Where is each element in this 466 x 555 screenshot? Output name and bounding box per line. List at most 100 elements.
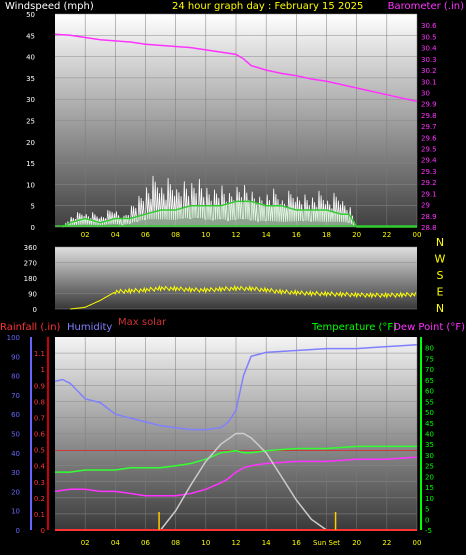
temperature-tick-label: 5 — [425, 506, 429, 514]
wind-tick-label: 40 — [26, 54, 35, 62]
temperature-tick-label: 40 — [425, 431, 434, 439]
barometer-tick-label: 29.6 — [421, 134, 437, 142]
temperature-tick-label: 0 — [425, 516, 429, 524]
barometer-tick-label: 29.9 — [421, 101, 437, 109]
humidity-axis-title: Humidity — [67, 322, 112, 333]
rainfall-tick-label: 1.1 — [34, 350, 45, 358]
wind-x-tick-label: 16 — [292, 231, 301, 239]
temp-x-tick-label: 06 — [141, 539, 150, 547]
compass-label: S — [437, 269, 444, 282]
rainfall-tick-label: 0.4 — [34, 463, 46, 471]
temperature-tick-label: 60 — [425, 388, 434, 396]
rainfall-tick-label: 1 — [41, 366, 45, 374]
wind-x-tick-label: 02 — [81, 231, 90, 239]
barometer-tick-label: 30.6 — [421, 22, 437, 30]
barometer-tick-label: 30 — [421, 89, 430, 97]
wind-x-tick-label: 22 — [382, 231, 391, 239]
barometer-tick-label: 28.8 — [421, 224, 437, 232]
wind-x-tick-label: 18 — [322, 231, 331, 239]
humidity-tick-label: 40 — [11, 450, 20, 458]
rainfall-tick-label: 0.9 — [34, 382, 45, 390]
temperature-tick-label: 20 — [425, 473, 434, 481]
temperature-tick-label: 10 — [425, 495, 434, 503]
temp-x-tick-label: 20 — [352, 539, 361, 547]
temperature-tick-label: 30 — [425, 452, 434, 460]
wind-tick-label: 0 — [31, 224, 35, 232]
rainfall-tick-label: 0.6 — [34, 431, 46, 439]
temp-x-tick-label: 00 — [413, 539, 422, 547]
max-solar-label: Max solar — [118, 317, 167, 328]
temp-x-tick-label: 16 — [292, 539, 301, 547]
rainfall-axis-title: Rainfall (.in) — [0, 322, 61, 333]
temperature-tick-label: 80 — [425, 345, 434, 353]
barometer-tick-label: 29.4 — [421, 157, 437, 165]
wind-tick-label: 10 — [26, 181, 35, 189]
humidity-tick-label: 0 — [16, 527, 20, 535]
humidity-tick-label: 100 — [7, 334, 20, 342]
temp-x-tick-label: 08 — [171, 539, 180, 547]
compass-label: E — [437, 286, 444, 299]
wind-tick-label: 5 — [31, 203, 35, 211]
wind-tick-label: 50 — [26, 11, 35, 19]
barometer-tick-label: 30.2 — [421, 67, 437, 75]
humidity-tick-label: 60 — [11, 411, 20, 419]
humidity-tick-label: 50 — [11, 431, 20, 439]
temperature-tick-label: 50 — [425, 409, 434, 417]
barometer-tick-label: 29 — [421, 202, 430, 210]
humidity-tick-label: 30 — [11, 469, 20, 477]
humidity-tick-label: 70 — [11, 392, 20, 400]
rainfall-tick-label: 0.7 — [34, 414, 45, 422]
humidity-tick-label: 20 — [11, 488, 20, 496]
direction-tick-label: 270 — [24, 260, 37, 268]
barometer-tick-label: 29.1 — [421, 190, 437, 198]
wind-x-tick-label: 06 — [141, 231, 150, 239]
humidity-tick-label: 80 — [11, 373, 20, 381]
rainfall-tick-label: 0 — [41, 527, 45, 535]
barometer-axis-title: Barometer (.in) — [388, 1, 464, 12]
barometer-tick-label: 30.4 — [421, 45, 437, 53]
rainfall-tick-label: 0.2 — [34, 495, 45, 503]
compass-label: N — [436, 302, 444, 315]
direction-tick-label: 180 — [24, 275, 37, 283]
barometer-tick-label: 30.3 — [421, 56, 437, 64]
temperature-tick-label: 75 — [425, 355, 434, 363]
windspeed-axis-title: Windspeed (mph) — [5, 1, 94, 12]
dew-point-axis-title: Dew Point (°F) — [393, 322, 465, 333]
direction-tick-label: 0 — [33, 306, 37, 314]
wind-x-tick-label: 20 — [352, 231, 361, 239]
humidity-tick-label: 90 — [11, 353, 20, 361]
rainfall-tick-label: 0.5 — [34, 447, 45, 455]
chart-title: 24 hour graph day : February 15 2025 — [172, 1, 363, 12]
rainfall-tick-label: 0.3 — [34, 479, 45, 487]
barometer-tick-label: 30.1 — [421, 78, 437, 86]
temp-x-tick-label: 12 — [232, 539, 241, 547]
temperature-tick-label: 45 — [425, 420, 434, 428]
wind-tick-label: 25 — [26, 118, 35, 126]
temperature-tick-label: 35 — [425, 441, 434, 449]
wind-x-tick-label: 14 — [262, 231, 271, 239]
wind-x-tick-label: 00 — [413, 231, 422, 239]
barometer-tick-label: 28.9 — [421, 213, 437, 221]
wind-tick-label: 30 — [26, 96, 35, 104]
wind-tick-label: 20 — [26, 139, 35, 147]
direction-tick-label: 360 — [24, 244, 37, 252]
barometer-tick-label: 29.7 — [421, 123, 437, 131]
temperature-axis-title: Temperature (°F) — [311, 322, 397, 333]
barometer-tick-label: 29.8 — [421, 112, 437, 120]
temperature-tick-label: 15 — [425, 484, 434, 492]
temperature-tick-label: 70 — [425, 366, 434, 374]
wind-x-tick-label: 12 — [232, 231, 241, 239]
rainfall-tick-label: 0.1 — [34, 511, 45, 519]
direction-tick-label: 90 — [28, 291, 37, 299]
wind-tick-label: 45 — [26, 32, 35, 40]
temperature-tick-label: 55 — [425, 398, 434, 406]
temp-x-tick-label: 04 — [111, 539, 120, 547]
wind-x-tick-label: 10 — [201, 231, 210, 239]
temperature-tick-label: 25 — [425, 463, 434, 471]
temperature-tick-label: 65 — [425, 377, 434, 385]
temp-x-tick-label: Sun Set — [313, 539, 340, 547]
temp-x-tick-label: 22 — [382, 539, 391, 547]
barometer-tick-label: 30.5 — [421, 33, 437, 41]
wind-x-tick-label: 08 — [171, 231, 180, 239]
barometer-tick-label: 29.2 — [421, 179, 437, 187]
